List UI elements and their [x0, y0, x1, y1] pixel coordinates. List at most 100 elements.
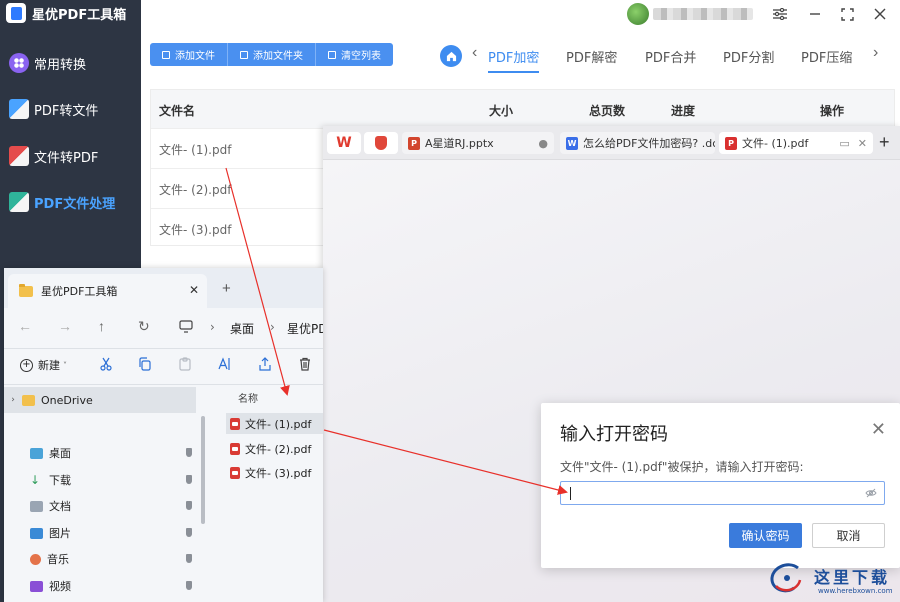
file-item[interactable]: 文件- (1).pdf	[226, 413, 323, 434]
wps-pdf-shield-icon[interactable]	[364, 132, 398, 154]
wps-logo-icon[interactable]: W	[327, 132, 361, 154]
nav-label: 文件转PDF	[34, 150, 99, 166]
tab-pdf-merge[interactable]: PDF合并	[645, 47, 696, 66]
tree-label: 下载	[49, 474, 71, 487]
nav-item-common-convert[interactable]: 常用转换	[0, 45, 141, 81]
forward-arrow-icon[interactable]: →	[58, 318, 72, 334]
nav-item-file-to-pdf[interactable]: 文件转PDF	[0, 138, 141, 174]
nav-item-pdf-to-file[interactable]: PDF转文件	[0, 91, 141, 127]
tree-item-pictures[interactable]: 图片	[4, 520, 196, 546]
title-bar	[141, 0, 900, 30]
new-tab-icon[interactable]: +	[222, 280, 231, 297]
folder-icon	[19, 283, 33, 297]
settings-sliders-icon[interactable]	[770, 4, 790, 24]
tab-dot-icon[interactable]: ●	[538, 137, 548, 150]
tab-pdf-compress[interactable]: PDF压缩	[801, 47, 852, 66]
chevron-left-icon[interactable]: ‹	[472, 44, 477, 62]
cut-icon[interactable]	[99, 357, 113, 371]
scrollbar[interactable]	[201, 416, 205, 524]
pin-icon[interactable]	[186, 528, 192, 537]
delete-icon[interactable]	[298, 357, 312, 371]
rename-icon[interactable]	[218, 357, 232, 371]
new-button[interactable]: + 新建 ˅	[20, 357, 67, 373]
tree-item-downloads[interactable]: ↓ 下载	[4, 467, 196, 493]
nav-item-pdf-processing[interactable]: PDF文件处理	[0, 184, 141, 220]
pin-icon[interactable]	[186, 448, 192, 457]
hide-password-eye-icon[interactable]	[865, 488, 877, 498]
pin-icon[interactable]	[186, 554, 192, 563]
close-tab-icon[interactable]: ✕	[189, 283, 199, 297]
wps-tab-bar: W P A星道RJ.pptx ● W 怎么给PDF文件加密码? .dc P 文件…	[323, 126, 900, 160]
nav-label: PDF转文件	[34, 103, 99, 119]
col-pages: 总页数	[589, 104, 626, 118]
pdf-file-icon	[230, 417, 240, 430]
pdf-convert-icon	[9, 99, 29, 119]
pin-icon[interactable]	[186, 501, 192, 510]
share-icon[interactable]	[258, 357, 272, 371]
add-folder-icon	[240, 50, 248, 59]
back-arrow-icon[interactable]: ←	[18, 318, 32, 334]
file-explorer-window: 星优PDF工具箱 ✕ + ← → ↑ ↻ › 桌面 › 星优PD + 新建 ˅	[4, 268, 323, 602]
pin-icon[interactable]	[186, 475, 192, 484]
explorer-nav-bar: ← → ↑ ↻ › 桌面 › 星优PD	[4, 308, 323, 348]
picture-icon	[30, 527, 43, 539]
avatar[interactable]	[627, 3, 649, 25]
dialog-message: 文件"文件- (1).pdf"被保护，请输入打开密码:	[560, 460, 804, 474]
close-icon[interactable]	[870, 4, 890, 24]
explorer-tab[interactable]: 星优PDF工具箱 ✕	[8, 274, 207, 308]
tree-item-desktop[interactable]: 桌面	[4, 440, 196, 466]
file-item[interactable]: 文件- (2).pdf	[226, 438, 323, 459]
col-progress: 进度	[671, 104, 696, 118]
tree-label: 视频	[49, 580, 71, 593]
add-folder-label: 添加文件夹	[253, 51, 303, 62]
music-icon	[30, 553, 41, 565]
tree-item-music[interactable]: 音乐	[4, 546, 196, 572]
plus-circle-icon: +	[20, 358, 33, 372]
copy-icon[interactable]	[138, 357, 152, 371]
doc-tab-label: A星道RJ.pptx	[425, 137, 494, 150]
close-tab-icon[interactable]: ✕	[858, 137, 867, 150]
breadcrumb-desktop[interactable]: 桌面	[230, 320, 254, 337]
popout-icon[interactable]: ▭	[839, 137, 849, 150]
chevron-down-icon: ˅	[63, 360, 67, 370]
up-arrow-icon[interactable]: ↑	[98, 318, 105, 334]
dialog-close-icon[interactable]: ✕	[871, 419, 886, 440]
monitor-icon[interactable]	[179, 320, 193, 336]
pin-icon[interactable]	[186, 581, 192, 590]
chevron-right-icon[interactable]: ›	[873, 44, 878, 62]
refresh-icon[interactable]: ↻	[138, 318, 150, 335]
download-icon: ↓	[30, 472, 41, 487]
doc-tab-ppt[interactable]: P A星道RJ.pptx ●	[402, 132, 554, 154]
doc-tab-word[interactable]: W 怎么给PDF文件加密码? .dc	[560, 132, 715, 154]
app-title: 星优PDF工具箱	[32, 7, 127, 23]
doc-tab-pdf[interactable]: P 文件- (1).pdf ▭ ✕	[719, 132, 873, 154]
add-file-button[interactable]: 添加文件	[150, 43, 228, 66]
paste-icon[interactable]	[178, 357, 192, 371]
add-file-icon	[162, 50, 170, 59]
tree-item-documents[interactable]: 文档	[4, 493, 196, 519]
pdf-file-icon	[230, 466, 240, 479]
home-icon[interactable]	[440, 45, 462, 67]
file-list-pane: 名称 文件- (1).pdf 文件- (2).pdf 文件- (3).pdf	[208, 384, 323, 602]
tab-pdf-split[interactable]: PDF分割	[723, 47, 774, 66]
col-action: 操作	[820, 104, 845, 118]
cancel-button[interactable]: 取消	[812, 523, 885, 548]
password-input[interactable]	[560, 481, 885, 505]
file-convert-icon	[9, 146, 29, 166]
breadcrumb-folder[interactable]: 星优PD	[287, 320, 323, 337]
add-folder-button[interactable]: 添加文件夹	[228, 43, 316, 66]
tab-pdf-decrypt[interactable]: PDF解密	[566, 47, 617, 66]
tree-item-videos[interactable]: 视频	[4, 573, 196, 599]
confirm-password-button[interactable]: 确认密码	[729, 523, 802, 548]
file-item[interactable]: 文件- (3).pdf	[226, 462, 323, 483]
column-name-header[interactable]: 名称	[238, 390, 258, 405]
tree-item-onedrive[interactable]: › OneDrive	[4, 387, 196, 413]
chevron-right-icon[interactable]: ›	[4, 395, 22, 405]
clear-list-button[interactable]: 清空列表	[316, 43, 393, 66]
maximize-icon[interactable]	[837, 4, 857, 24]
minimize-icon[interactable]	[805, 4, 825, 24]
tab-pdf-encrypt[interactable]: PDF加密	[488, 47, 540, 73]
explorer-tab-bar: 星优PDF工具箱 ✕ +	[4, 268, 323, 308]
new-tab-icon[interactable]: +	[879, 132, 890, 153]
file-name: 文件- (1).pdf	[245, 417, 312, 431]
